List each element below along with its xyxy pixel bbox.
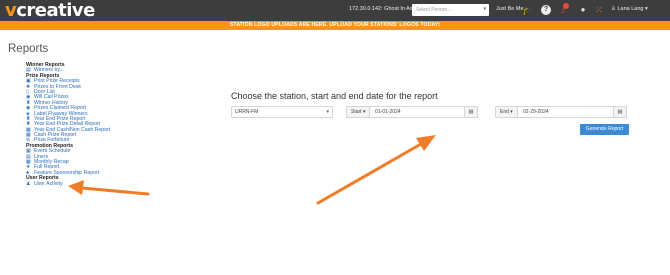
notification-badge — [563, 3, 569, 9]
chevron-down-icon: ▾ — [326, 109, 329, 115]
start-date-type-dropdown[interactable]: Start ▾ — [346, 106, 370, 118]
end-date-input[interactable]: 02-29-2024 — [518, 106, 614, 118]
ghost-in-as-label: 172.30.0.142: Ghost In As — [349, 6, 413, 12]
start-date-group: Start ▾ 01-01-2024 ▦ — [346, 106, 478, 118]
arrow-to-start-date — [316, 135, 436, 205]
vcreative-logo[interactable]: vcreative — [5, 0, 95, 21]
ghost-person-select[interactable]: Select Person... ▾ — [412, 4, 489, 16]
announcement-banner[interactable]: STATION LOGO UPLOADS ARE HERE. UPLOAD YO… — [0, 21, 670, 30]
user-icon: ♟ — [26, 181, 31, 187]
top-navigation-bar: vcreative 172.30.0.142: Ghost In As Sele… — [0, 0, 670, 21]
calendar-icon[interactable]: ▦ — [465, 106, 478, 118]
report-form-heading: Choose the station, start and end date f… — [231, 91, 438, 101]
help-icon[interactable]: ? — [541, 5, 551, 15]
calendar-icon[interactable]: ▦ — [614, 106, 627, 118]
end-date-group: End ▾ 02-29-2024 ▦ — [495, 106, 627, 118]
start-date-input[interactable]: 01-01-2024 — [370, 106, 465, 118]
person-select-placeholder: Select Person... — [416, 7, 452, 13]
end-date-type-dropdown[interactable]: End ▾ — [495, 106, 518, 118]
just-be-me-link[interactable]: Just Be Me — [496, 6, 524, 12]
user-menu[interactable]: ♙ Lana Lang ▾ — [611, 6, 648, 12]
chevron-down-icon: ▾ — [483, 6, 486, 12]
station-select-value: URRN-FM — [235, 109, 259, 115]
chevron-down-icon: ▾ — [645, 6, 648, 12]
page-title: Reports — [8, 43, 49, 55]
generate-report-button[interactable]: Generate Report — [580, 124, 629, 135]
sidebar-item-user-activity[interactable]: ♟ User Activity — [26, 181, 176, 187]
user-name: Lana Lang — [617, 6, 644, 12]
chat-icon[interactable]: ● — [577, 4, 589, 16]
graduation-cap-icon[interactable]: 🎓 — [522, 4, 534, 16]
reports-sidebar: Winner Reports ▤ Winners by... Prize Repo… — [26, 62, 176, 187]
apps-grid-icon[interactable]: ⁙ — [593, 4, 605, 16]
station-select[interactable]: URRN-FM ▾ — [231, 106, 333, 118]
